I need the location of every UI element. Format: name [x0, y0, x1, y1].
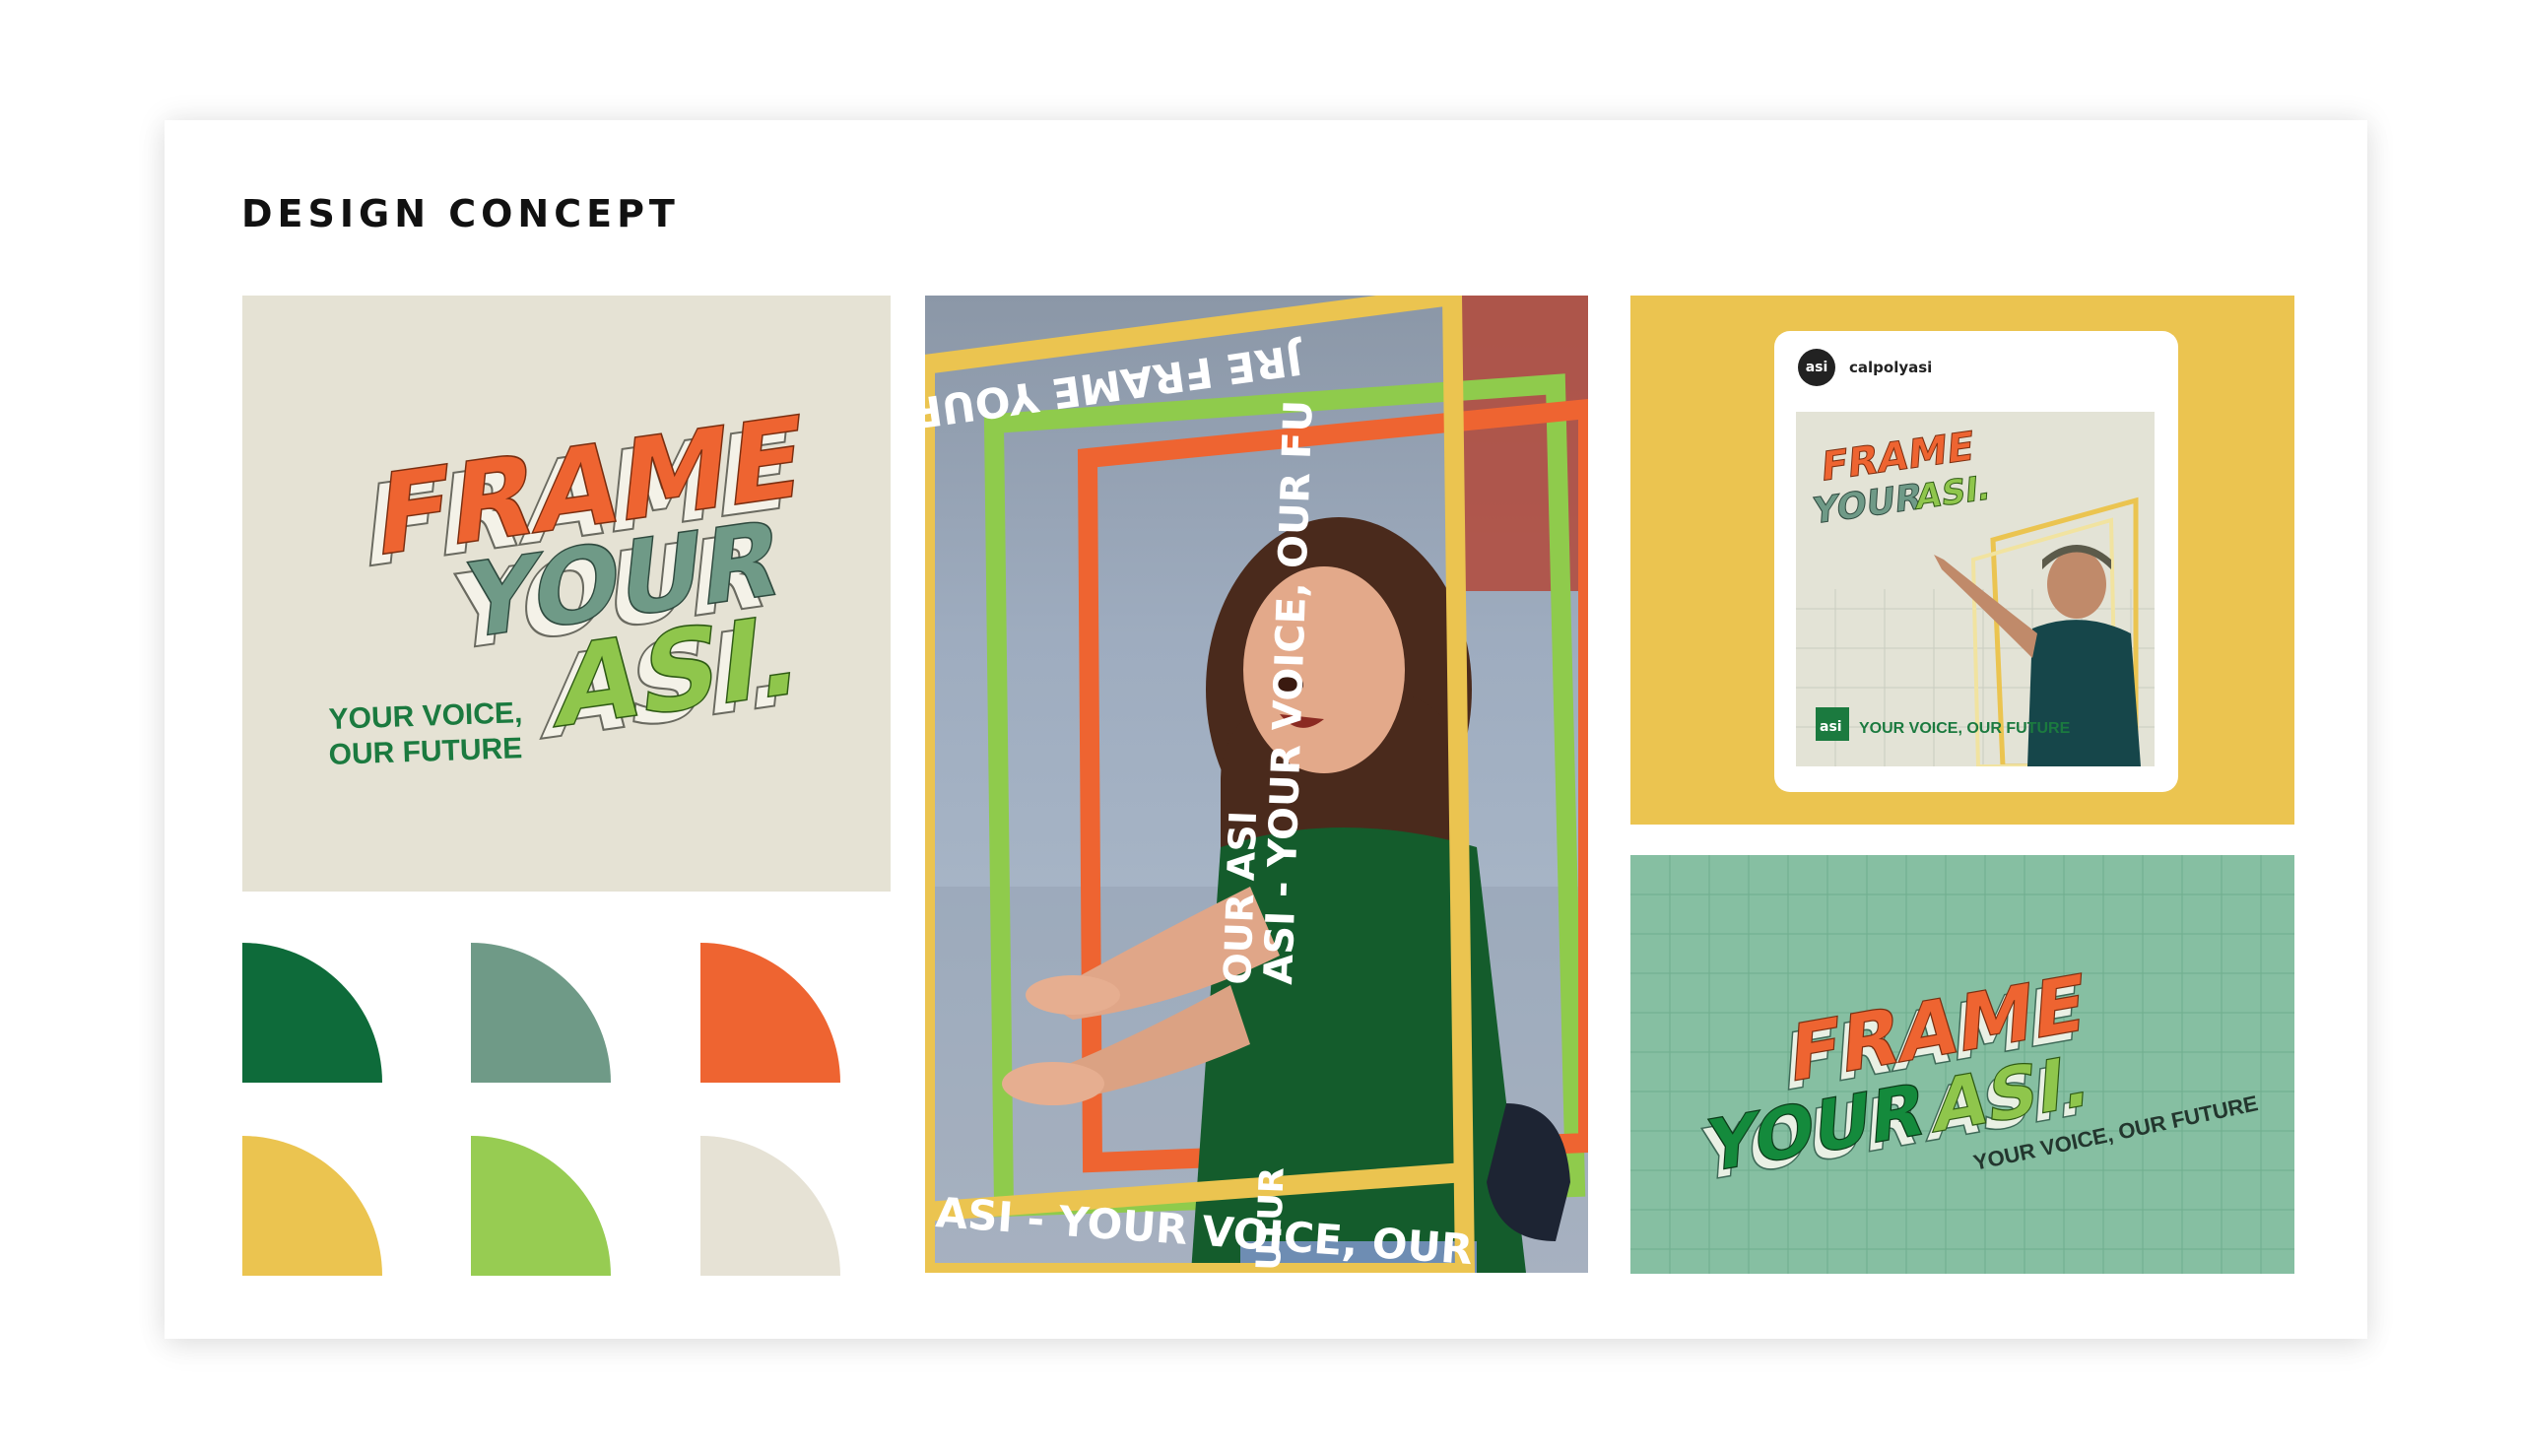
ribbon-vertical-left-text: OUR ASI — [1216, 810, 1265, 985]
logo-poster: FRAME FRAME YOUR YOUR ASI. ASI. YOUR VOI… — [242, 296, 891, 892]
logo-tagline-line1: YOUR VOICE, — [328, 696, 523, 736]
post-tagline: YOUR VOICE, OUR FUTURE — [1859, 720, 2071, 737]
instagram-post-card[interactable]: asi calpolyasi FRAME YOUR ASI. asi YOUR … — [1774, 331, 2178, 792]
instagram-post-image: FRAME YOUR ASI. asi YOUR VOICE, OUR FUTU… — [1796, 412, 2155, 766]
page-title: DESIGN CONCEPT — [241, 192, 680, 235]
post-artwork: FRAME YOUR ASI. asi YOUR VOICE, OUR FUTU… — [1796, 421, 2155, 766]
photo-artwork: JRE FRAME YOUR ASI ASI - YOUR VOICE, OUR… — [925, 296, 1588, 1273]
profile-avatar[interactable]: asi — [1798, 349, 1835, 386]
photo-poster: JRE FRAME YOUR ASI ASI - YOUR VOICE, OUR… — [925, 296, 1588, 1273]
profile-handle[interactable]: calpolyasi — [1849, 359, 1932, 376]
post-badge-label: asi — [1820, 719, 1842, 735]
banner-artwork: FRAME FRAME YOUR YOUR ASI. ASI. YOUR VOI… — [1630, 855, 2294, 1274]
ribbon-bottom-tail-text: UTUR — [1249, 1166, 1293, 1271]
instagram-mockup-tile: asi calpolyasi FRAME YOUR ASI. asi YOUR … — [1630, 296, 2294, 825]
logo-artwork: FRAME FRAME YOUR YOUR ASI. ASI. YOUR VOI… — [328, 389, 812, 771]
banner-artwork-tile: FRAME FRAME YOUR YOUR ASI. ASI. YOUR VOI… — [1630, 855, 2294, 1274]
logo-tagline-line2: OUR FUTURE — [328, 732, 523, 771]
